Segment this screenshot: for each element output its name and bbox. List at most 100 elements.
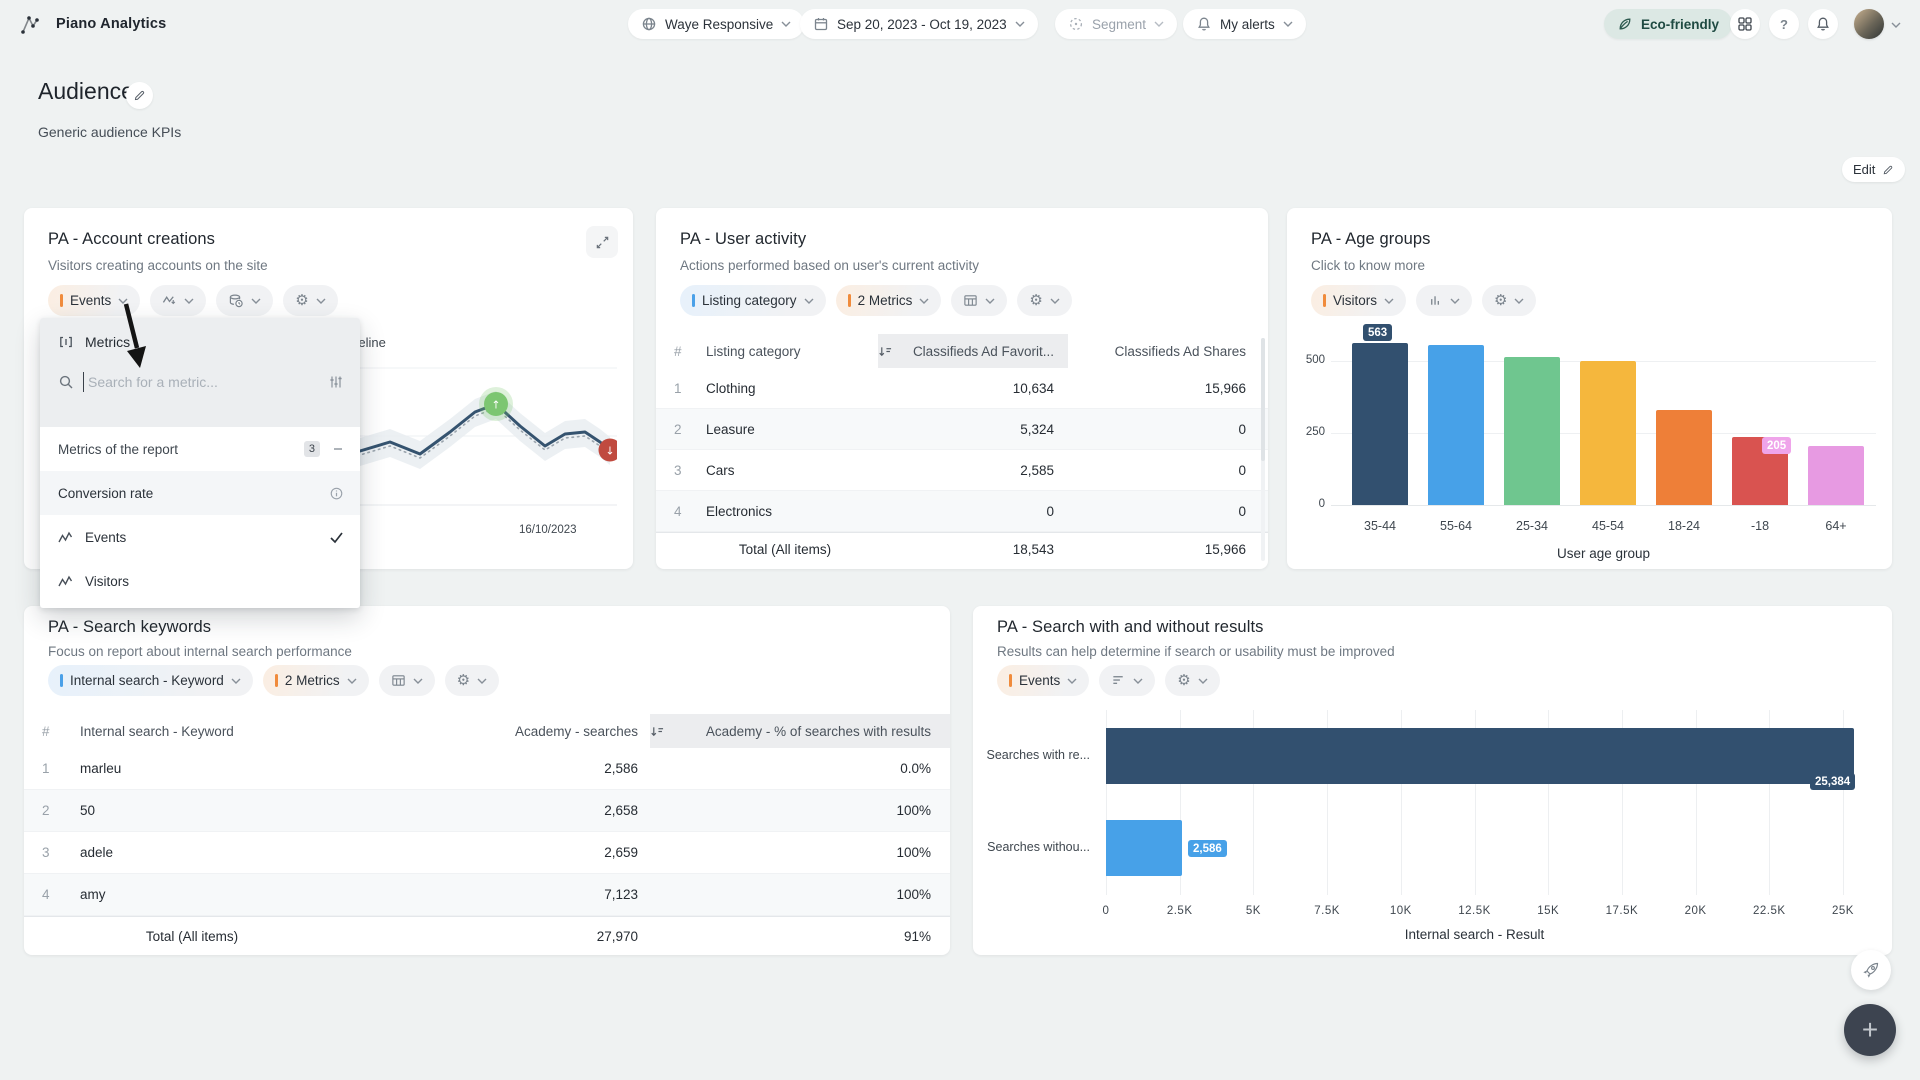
y-axis-tick: 500 bbox=[1287, 354, 1325, 366]
table-row[interactable]: 4Electronics00 bbox=[656, 491, 1268, 532]
notifications-button[interactable] bbox=[1808, 9, 1838, 39]
site-selector[interactable]: Waye Responsive bbox=[628, 9, 804, 39]
leaf-icon bbox=[1617, 16, 1633, 32]
eco-friendly-badge[interactable]: Eco-friendly bbox=[1604, 9, 1732, 39]
display-table-pill[interactable] bbox=[951, 285, 1007, 316]
dimension-color-bar bbox=[692, 294, 695, 307]
menu-item-conversion-rate[interactable]: Conversion rate bbox=[40, 471, 360, 515]
edit-title-button[interactable] bbox=[126, 82, 153, 109]
date-range-picker[interactable]: Sep 20, 2023 - Oct 19, 2023 bbox=[800, 9, 1038, 39]
metric-pill-label: Events bbox=[70, 293, 111, 308]
segment-picker[interactable]: Segment bbox=[1055, 9, 1177, 39]
table-scrollbar[interactable] bbox=[1261, 338, 1265, 561]
table-row[interactable]: 1Clothing10,63415,966 bbox=[656, 368, 1268, 409]
search-keywords-table: #Internal search - KeywordAcademy - sear… bbox=[24, 714, 950, 955]
dimension-pill-label: Listing category bbox=[702, 293, 797, 308]
collapse-icon[interactable] bbox=[332, 443, 344, 455]
assistant-rocket-button[interactable] bbox=[1851, 950, 1891, 990]
dimension-pill-internal-search-keyword[interactable]: Internal search - Keyword bbox=[48, 665, 253, 696]
table-total-row: Total (All items)27,97091% bbox=[24, 916, 950, 955]
bell-icon bbox=[1196, 16, 1212, 32]
user-menu-chevron-icon[interactable] bbox=[1891, 22, 1901, 28]
display-table-pill[interactable] bbox=[379, 665, 435, 696]
database-clock-icon bbox=[228, 293, 244, 309]
chart-type-pill[interactable] bbox=[150, 285, 206, 316]
filter-sliders-icon[interactable] bbox=[328, 374, 344, 390]
metrics-pill[interactable]: 2 Metrics bbox=[263, 665, 369, 696]
table-cell: 1 bbox=[24, 748, 64, 789]
settings-pill[interactable]: ⚙ bbox=[1017, 285, 1071, 316]
table-cell: Cars bbox=[692, 450, 878, 490]
dimension-pill-label: Internal search - Keyword bbox=[70, 673, 224, 688]
bar-25-34[interactable] bbox=[1504, 357, 1560, 505]
dimension-pill-listing-category[interactable]: Listing category bbox=[680, 285, 826, 316]
table-cell: 2,586 bbox=[320, 748, 650, 789]
help-button[interactable]: ? bbox=[1769, 9, 1799, 39]
metrics-group-row[interactable]: Metrics of the report 3 bbox=[40, 427, 360, 471]
bar-64+[interactable] bbox=[1808, 446, 1864, 505]
category-label: Searches with re... bbox=[973, 748, 1090, 762]
bar-45-54[interactable] bbox=[1580, 361, 1636, 505]
menu-item-label: Conversion rate bbox=[58, 486, 153, 501]
metrics-pill[interactable]: 2 Metrics bbox=[836, 285, 942, 316]
value-badge: 563 bbox=[1363, 324, 1392, 341]
search-results-bar-chart[interactable]: 02.5K5K7.5K10K12.5K15K17.5K20K22.5K25KSe… bbox=[973, 606, 1892, 955]
table-cell: 0.0% bbox=[650, 748, 950, 789]
bar-35-44[interactable] bbox=[1352, 343, 1408, 505]
card-title: PA - Search keywords bbox=[48, 618, 211, 637]
table-row[interactable]: 1marleu2,5860.0% bbox=[24, 748, 950, 790]
column-header[interactable]: Internal search - Keyword bbox=[64, 714, 320, 748]
chevron-down-icon bbox=[184, 298, 194, 304]
settings-pill[interactable]: ⚙ bbox=[283, 285, 337, 316]
card-age-groups: PA - Age groups Click to know more Visit… bbox=[1287, 208, 1892, 569]
x-axis-tick: 5K bbox=[1223, 905, 1283, 917]
data-period-pill[interactable] bbox=[216, 285, 273, 316]
metric-color-bar bbox=[275, 674, 278, 687]
menu-item-visitors[interactable]: Visitors bbox=[40, 559, 360, 603]
annotation-arrow bbox=[110, 298, 158, 374]
expand-button[interactable] bbox=[586, 226, 618, 258]
bar-Searches with re...[interactable] bbox=[1106, 728, 1854, 784]
bar-Searches withou...[interactable] bbox=[1106, 820, 1182, 876]
table-row[interactable]: 2Leasure5,3240 bbox=[656, 409, 1268, 450]
bar-18-24[interactable] bbox=[1656, 410, 1712, 505]
alerts-menu[interactable]: My alerts bbox=[1183, 9, 1306, 39]
column-header-sorted[interactable]: Academy - % of searches with results bbox=[650, 714, 950, 748]
column-header[interactable]: # bbox=[24, 714, 64, 748]
total-cell bbox=[24, 917, 64, 955]
table-row[interactable]: 2502,658100% bbox=[24, 790, 950, 832]
column-header[interactable]: Listing category bbox=[692, 334, 878, 368]
menu-item-events[interactable]: Events bbox=[40, 515, 360, 559]
check-icon bbox=[329, 531, 344, 544]
column-header[interactable]: Classifieds Ad Shares bbox=[1068, 334, 1268, 368]
chevron-down-icon bbox=[477, 678, 487, 684]
settings-pill[interactable]: ⚙ bbox=[445, 665, 499, 696]
column-header-sorted[interactable]: Classifieds Ad Favorit... bbox=[878, 334, 1068, 368]
eco-friendly-label: Eco-friendly bbox=[1641, 17, 1719, 32]
table-cell: Clothing bbox=[692, 368, 878, 408]
table-row[interactable]: 4amy7,123100% bbox=[24, 874, 950, 916]
bar-55-64[interactable] bbox=[1428, 345, 1484, 505]
metric-color-bar bbox=[848, 294, 851, 307]
info-icon[interactable] bbox=[329, 486, 344, 501]
age-groups-bar-chart[interactable]: 025050035-4455-6425-3445-5418-24-1864+56… bbox=[1287, 208, 1892, 569]
chevron-down-icon bbox=[1050, 298, 1060, 304]
table-row[interactable]: 3Cars2,5850 bbox=[656, 450, 1268, 491]
add-widget-button[interactable]: + bbox=[1844, 1004, 1896, 1056]
x-axis-tick: 17.5K bbox=[1592, 905, 1652, 917]
user-avatar[interactable] bbox=[1854, 9, 1884, 39]
table-cell: 100% bbox=[650, 790, 950, 831]
table-row[interactable]: 3adele2,659100% bbox=[24, 832, 950, 874]
total-cell bbox=[656, 533, 692, 566]
metric-search[interactable] bbox=[40, 358, 360, 392]
table-icon bbox=[963, 293, 978, 308]
column-header[interactable]: # bbox=[656, 334, 692, 368]
column-header[interactable]: Academy - searches bbox=[320, 714, 650, 748]
card-search-results: PA - Search with and without results Res… bbox=[973, 606, 1892, 955]
edit-dashboard-button[interactable]: Edit bbox=[1842, 157, 1905, 182]
card-subtitle: Visitors creating accounts on the site bbox=[48, 258, 268, 273]
table-cell: 15,966 bbox=[1068, 368, 1268, 408]
metric-search-input[interactable] bbox=[83, 372, 319, 392]
apps-grid-button[interactable] bbox=[1730, 9, 1760, 39]
total-cell: 27,970 bbox=[320, 917, 650, 955]
